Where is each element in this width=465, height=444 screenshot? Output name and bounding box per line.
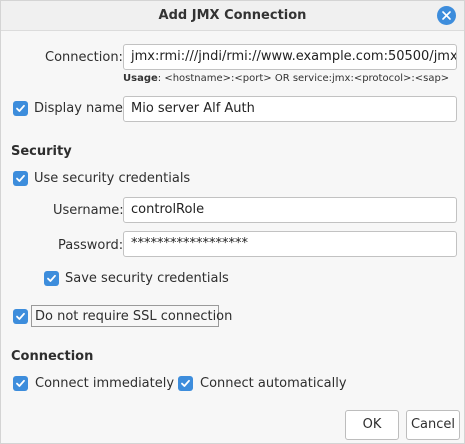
save-security-credentials-checkbox[interactable] <box>44 271 59 286</box>
username-label: Username: <box>53 203 124 218</box>
connection-heading: Connection <box>11 349 94 364</box>
security-heading: Security <box>11 144 72 159</box>
connect-automatically-label[interactable]: Connect automatically <box>200 376 347 391</box>
checkmark-icon <box>181 379 190 387</box>
no-ssl-label[interactable]: Do not require SSL connection <box>35 309 232 324</box>
connect-immediately-checkbox[interactable] <box>13 376 28 391</box>
username-input[interactable]: controlRole <box>123 197 457 223</box>
connection-label: Connection: <box>45 50 123 65</box>
cancel-button[interactable]: Cancel <box>406 410 460 440</box>
no-ssl-checkbox[interactable] <box>13 309 28 324</box>
checkmark-icon <box>16 104 25 112</box>
usage-hint-label: Usage <box>123 73 158 84</box>
password-label: Password: <box>58 238 124 253</box>
connection-input[interactable]: jmx:rmi:///jndi/rmi://www.example.com:50… <box>123 44 457 70</box>
usage-hint: Usage: <hostname>:<port> OR service:jmx:… <box>123 73 449 84</box>
checkmark-icon <box>16 379 25 387</box>
checkmark-icon <box>16 174 25 182</box>
use-security-credentials-checkbox[interactable] <box>13 171 28 186</box>
save-security-credentials-label[interactable]: Save security credentials <box>65 271 229 286</box>
close-button[interactable] <box>437 6 456 25</box>
checkmark-icon <box>16 312 25 320</box>
dialog-title: Add JMX Connection <box>158 8 307 23</box>
checkmark-icon <box>47 274 56 282</box>
connect-immediately-label[interactable]: Connect immediately <box>35 376 174 391</box>
usage-hint-text: : <hostname>:<port> OR service:jmx:<prot… <box>157 73 450 84</box>
add-jmx-connection-dialog: Add JMX Connection Connection: jmx:rmi:/… <box>0 0 465 444</box>
display-name-label[interactable]: Display name: <box>34 101 127 116</box>
use-security-credentials-label[interactable]: Use security credentials <box>34 171 190 186</box>
connect-automatically-checkbox[interactable] <box>178 376 193 391</box>
display-name-input[interactable]: Mio server Alf Auth <box>123 96 457 122</box>
password-input[interactable]: ****************** <box>123 231 457 257</box>
close-icon <box>442 11 451 20</box>
title-bar: Add JMX Connection <box>1 1 464 31</box>
ok-button[interactable]: OK <box>345 410 399 440</box>
display-name-checkbox[interactable] <box>13 101 28 116</box>
